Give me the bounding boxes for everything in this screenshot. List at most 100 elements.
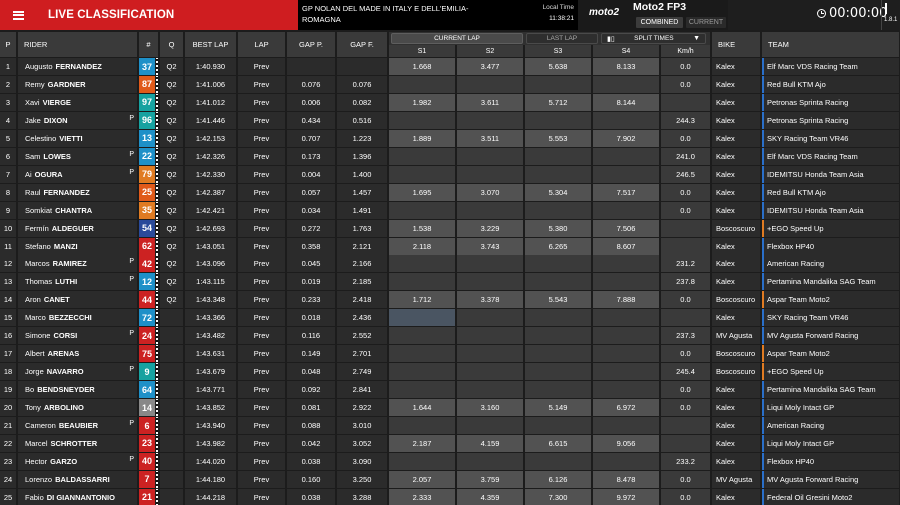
split-times-dropdown[interactable]: ▮▯ SPLIT TIMES ▼ [601, 33, 706, 44]
rider-first-name: Hector [25, 456, 48, 466]
team-color-tag [762, 93, 764, 111]
table-row[interactable]: 15 Marco BEZZECCHI 72 1:43.366 Prev 0.018 2.436… [0, 309, 900, 327]
checkered-flag-icon [156, 434, 159, 452]
rider-first-name: Tony [25, 403, 41, 413]
rider-cell[interactable]: Thomas LUTHI P [18, 273, 138, 291]
speed-cell: 0.0 [661, 381, 711, 399]
speed-cell: 0.0 [661, 201, 711, 219]
rider-cell[interactable]: Simone CORSI P [18, 327, 138, 345]
best-lap-cell: 1:43.482 [185, 327, 237, 345]
col-header-rider[interactable]: RIDER [18, 32, 138, 57]
rider-cell[interactable]: Celestino VIETTI [18, 129, 138, 147]
rider-cell[interactable]: Aron CANET [18, 291, 138, 309]
table-row[interactable]: 21 Cameron BEAUBIER P 6 1:43.940 Prev 0.088 3.01… [0, 417, 900, 434]
combined-button[interactable]: COMBINED [636, 17, 683, 28]
rider-cell[interactable]: Remy GARDNER [18, 75, 138, 93]
qualifying-cell [160, 452, 184, 470]
rider-cell[interactable]: Lorenzo BALDASSARRI [18, 470, 138, 488]
split-s1-cell [389, 363, 456, 381]
speed-cell: 237.3 [661, 327, 711, 345]
table-row[interactable]: 13 Thomas LUTHI P 12 Q2 1:43.115 Prev 0.019 2.185… [0, 273, 900, 291]
table-row[interactable]: 4 Jake DIXON P 96 Q2 1:41.446 Prev 0.434 0.516 244… [0, 111, 900, 129]
rider-cell[interactable]: Marco BEZZECCHI [18, 309, 138, 327]
table-row[interactable]: 9 Somkiat CHANTRA 35 Q2 1:42.421 Prev 0.034 1.49… [0, 201, 900, 219]
table-row[interactable]: 24 Lorenzo BALDASSARRI 7 1:44.180 Prev 0.160 3.… [0, 470, 900, 488]
table-row[interactable]: 6 Sam LOWES P 22 Q2 1:42.326 Prev 0.173 1.396 241.… [0, 147, 900, 165]
table-row[interactable]: 19 Bo BENDSNEYDER 64 1:43.771 Prev 0.092 2.841 0… [0, 381, 900, 399]
current-button[interactable]: CURRENT [686, 17, 726, 28]
position-cell: 23 [0, 452, 17, 470]
table-row[interactable]: 2 Remy GARDNER 87 Q2 1:41.006 Prev 0.076 0.076 0.… [0, 75, 900, 93]
gap-previous-cell: 0.034 [287, 201, 336, 219]
rider-first-name: Ai [25, 169, 32, 179]
rider-cell[interactable]: Albert ARENAS [18, 345, 138, 363]
table-row[interactable]: 12 Marcos RAMIREZ P 42 Q2 1:43.096 Prev 0.045 2.1… [0, 255, 900, 273]
team-cell: +EGO Speed Up [762, 219, 900, 237]
table-row[interactable]: 1 Augusto FERNANDEZ 37 Q2 1:40.930 Prev 1.668 3.… [0, 58, 900, 75]
table-row[interactable]: 17 Albert ARENAS 75 1:43.631 Prev 0.149 2.701 0.… [0, 345, 900, 363]
rider-cell[interactable]: Jorge NAVARRO P [18, 363, 138, 381]
menu-button[interactable] [0, 0, 36, 30]
table-row[interactable]: 16 Simone CORSI P 24 1:43.482 Prev 0.116 2.552 23… [0, 327, 900, 345]
rider-last-name: RAMIREZ [52, 259, 87, 269]
rider-number-badge: 22 [139, 147, 156, 165]
table-row[interactable]: 23 Hector GARZO P 40 1:44.020 Prev 0.038 3.090 23… [0, 452, 900, 470]
rider-cell[interactable]: Somkiat CHANTRA [18, 201, 138, 219]
table-row[interactable]: 10 Fermín ALDEGUER 54 Q2 1:42.693 Prev 0.272 1.7… [0, 219, 900, 237]
rider-cell[interactable]: Fermín ALDEGUER [18, 219, 138, 237]
table-row[interactable]: 3 Xavi VIERGE 97 Q2 1:41.012 Prev 0.006 0.082 1.9… [0, 93, 900, 111]
split-s3-cell [525, 255, 592, 273]
rider-first-name: Augusto [25, 62, 53, 71]
gap-previous-cell: 0.160 [287, 470, 336, 488]
current-lap-tab[interactable]: CURRENT LAP [391, 33, 523, 44]
table-row[interactable]: 11 Stefano MANZI 62 Q2 1:43.051 Prev 0.358 2.121… [0, 237, 900, 255]
qualifying-cell [160, 488, 184, 505]
rider-number-badge: 6 [139, 417, 156, 434]
rider-cell[interactable]: Sam LOWES P [18, 147, 138, 165]
table-row[interactable]: 5 Celestino VIETTI 13 Q2 1:42.153 Prev 0.707 1.2… [0, 129, 900, 147]
team-name: IDEMITSU Honda Team Asia [767, 169, 864, 179]
best-lap-cell: 1:41.006 [185, 75, 237, 93]
rider-first-name: Raul [25, 187, 41, 197]
rider-last-name: VIERGE [42, 97, 71, 107]
rider-cell[interactable]: Marcos RAMIREZ P [18, 255, 138, 273]
split-s3-cell: 5.380 [525, 219, 592, 237]
table-row[interactable]: 20 Tony ARBOLINO 14 1:43.852 Prev 0.081 2.922 1.… [0, 399, 900, 417]
lap-cell: Prev [238, 111, 286, 129]
table-row[interactable]: 22 Marcel SCHROTTER 23 1:43.982 Prev 0.042 3.05… [0, 434, 900, 452]
rider-cell[interactable]: Stefano MANZI [18, 237, 138, 255]
rider-last-name: BALDASSARRI [55, 474, 110, 484]
rider-cell[interactable]: Bo BENDSNEYDER [18, 381, 138, 399]
rider-number-badge: 21 [139, 488, 156, 505]
rider-cell[interactable]: Hector GARZO P [18, 452, 138, 470]
bike-cell: Kalex [712, 273, 761, 291]
rider-cell[interactable]: Augusto FERNANDEZ [18, 58, 138, 75]
team-name: Petronas Sprinta Racing [767, 115, 849, 125]
rider-cell[interactable]: Fabio DI GIANNANTONIO [18, 488, 138, 505]
rider-cell[interactable]: Xavi VIERGE [18, 93, 138, 111]
rider-cell[interactable]: Jake DIXON P [18, 111, 138, 129]
last-lap-tab[interactable]: LAST LAP [526, 33, 598, 44]
gap-previous-cell: 0.272 [287, 219, 336, 237]
position-cell: 12 [0, 255, 17, 273]
team-cell: Elf Marc VDS Racing Team [762, 147, 900, 165]
table-row[interactable]: 18 Jorge NAVARRO P 9 1:43.679 Prev 0.048 2.749 24… [0, 363, 900, 381]
table-row[interactable]: 25 Fabio DI GIANNANTONIO 21 1:44.218 Prev 0.03… [0, 488, 900, 505]
split-s1-cell [389, 309, 456, 327]
rider-cell[interactable]: Tony ARBOLINO [18, 399, 138, 417]
col-header-best-lap[interactable]: BEST LAP [185, 32, 237, 57]
best-lap-cell: 1:42.693 [185, 219, 237, 237]
rider-cell[interactable]: Ai OGURA P [18, 165, 138, 183]
split-s1-cell [389, 273, 456, 291]
position-cell: 19 [0, 381, 17, 399]
split-s4-cell: 7.506 [593, 219, 660, 237]
speed-cell [661, 309, 711, 327]
lap-cell: Prev [238, 93, 286, 111]
table-row[interactable]: 7 Ai OGURA P 79 Q2 1:42.330 Prev 0.004 1.400 246.5… [0, 165, 900, 183]
table-row[interactable]: 14 Aron CANET 44 Q2 1:43.348 Prev 0.233 2.418 1.7… [0, 291, 900, 309]
rider-cell[interactable]: Marcel SCHROTTER [18, 434, 138, 452]
rider-cell[interactable]: Raul FERNANDEZ [18, 183, 138, 201]
rider-cell[interactable]: Cameron BEAUBIER P [18, 417, 138, 434]
rider-last-name: DIXON [43, 115, 68, 125]
table-row[interactable]: 8 Raul FERNANDEZ 25 Q2 1:42.387 Prev 0.057 1.457… [0, 183, 900, 201]
